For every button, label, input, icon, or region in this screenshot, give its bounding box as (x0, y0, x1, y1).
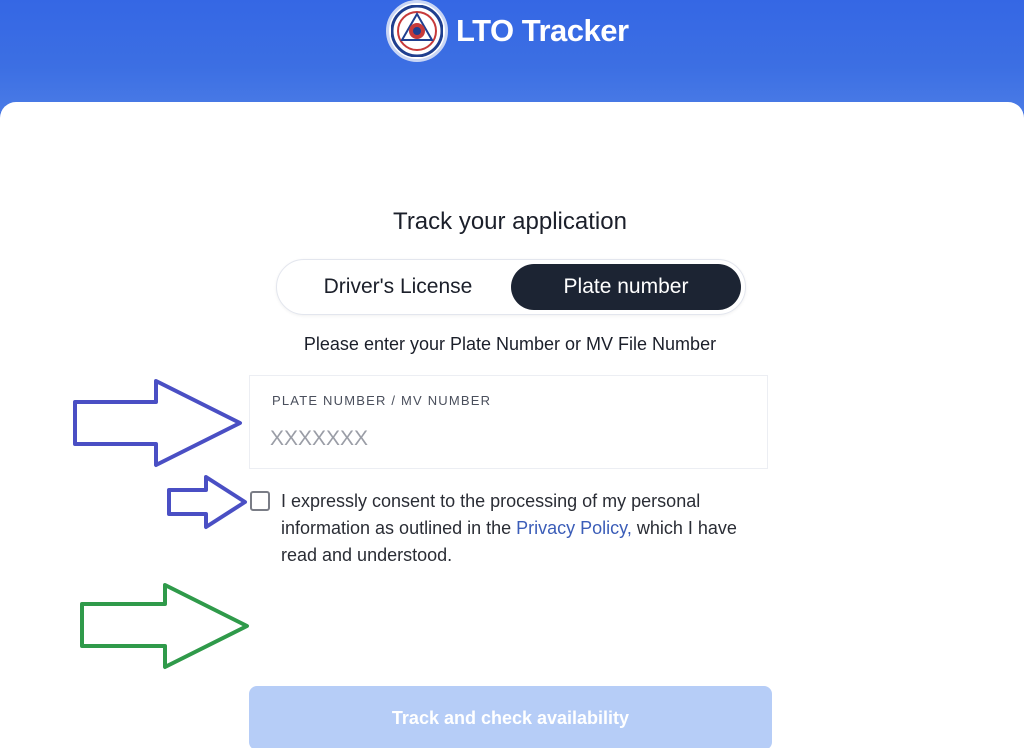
tab-drivers-license[interactable]: Driver's License (283, 264, 513, 310)
arrow-right-icon (167, 475, 247, 529)
header: LTO Tracker (0, 0, 1024, 112)
instruction-text: Please enter your Plate Number or MV Fil… (303, 334, 717, 354)
arrow-right-icon (73, 379, 242, 467)
brand-name: LTO Tracker (456, 13, 629, 48)
consent-checkbox[interactable] (250, 491, 270, 511)
search-type-toggle: Driver's License Plate number (276, 259, 746, 315)
page-title: Track your application (393, 208, 627, 235)
consent-text: I expressly consent to the processing of… (281, 488, 771, 569)
lto-seal-icon (386, 0, 448, 62)
plate-number-input[interactable] (270, 422, 740, 456)
track-button[interactable]: Track and check availability (249, 686, 772, 748)
plate-number-label: PLATE NUMBER / MV NUMBER (272, 393, 492, 408)
arrow-right-icon (80, 583, 249, 669)
privacy-policy-link[interactable]: Privacy Policy, (516, 518, 632, 538)
plate-number-field: PLATE NUMBER / MV NUMBER (249, 375, 768, 469)
tab-plate-number[interactable]: Plate number (511, 264, 741, 310)
brand[interactable]: LTO Tracker (386, 0, 629, 62)
